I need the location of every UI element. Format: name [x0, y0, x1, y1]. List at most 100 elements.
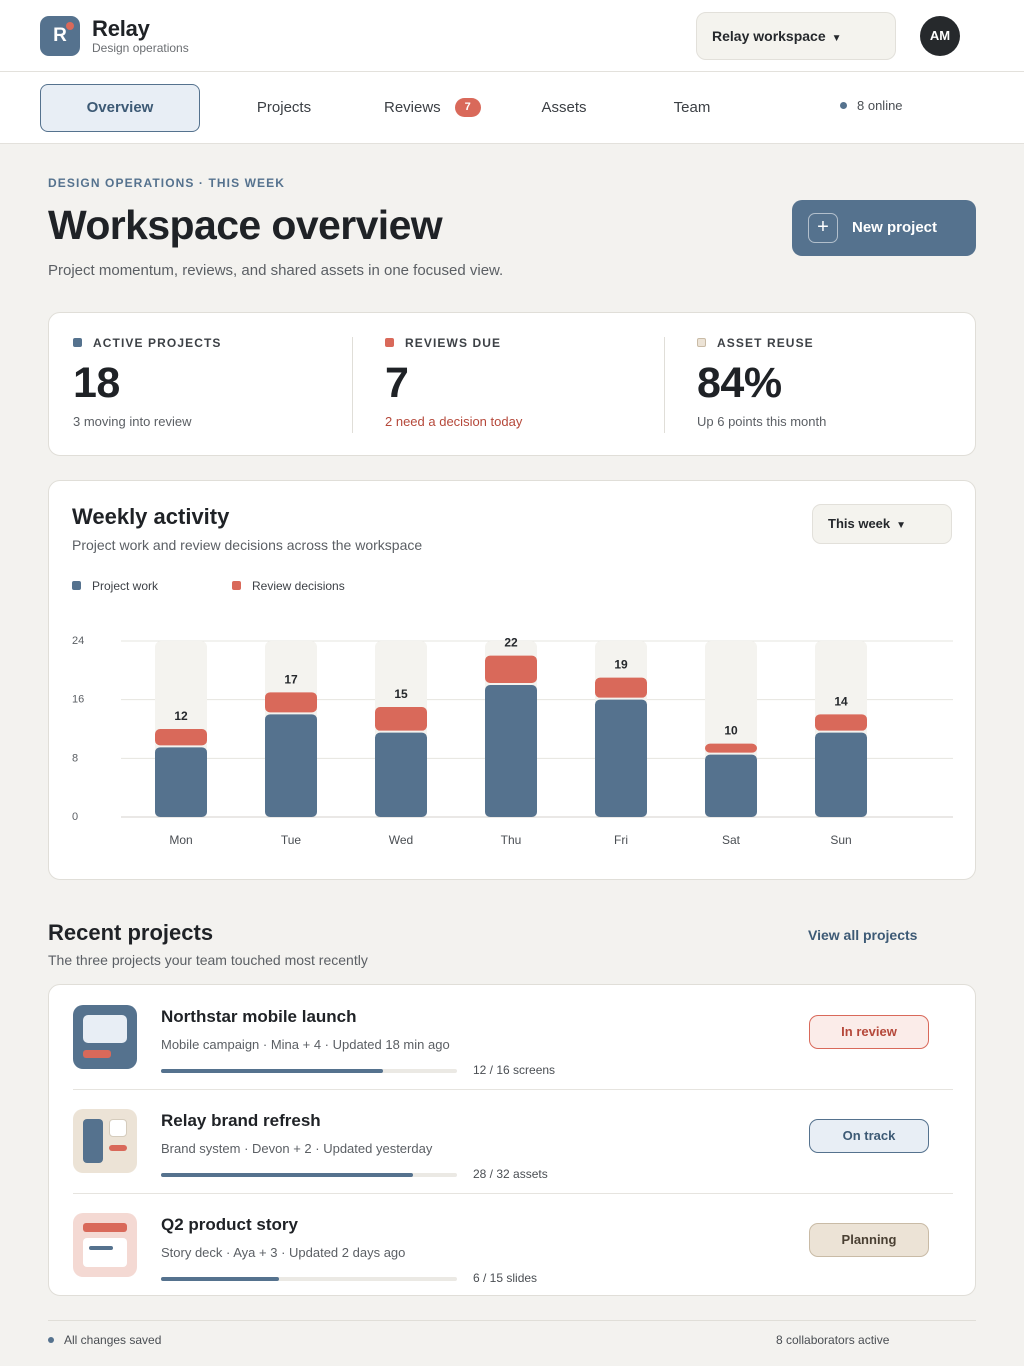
online-count: 8 online: [857, 98, 903, 113]
project-row[interactable]: Q2 product story Story deck · Aya + 3 · …: [73, 1193, 953, 1297]
status-badge[interactable]: Planning: [809, 1223, 929, 1257]
plus-icon: +: [808, 213, 838, 243]
save-status-text: All changes saved: [64, 1333, 162, 1347]
date-range-select[interactable]: This week ▼: [812, 504, 952, 544]
brand-system-icon: [73, 1109, 137, 1173]
stat-asset-reuse: ASSET REUSE 84% Up 6 points this month: [697, 313, 967, 457]
x-tick-label: Tue: [281, 833, 302, 847]
tab-label: Team: [673, 99, 711, 116]
bar-segment: [375, 732, 427, 817]
project-name[interactable]: Relay brand refresh: [161, 1111, 321, 1131]
stat-label: REVIEWS DUE: [385, 336, 501, 350]
tab-label: Reviews: [384, 99, 441, 116]
brand-name: Relay: [92, 16, 150, 41]
progress-label: 6 / 15 slides: [473, 1271, 538, 1285]
online-indicator: 8 online: [840, 98, 903, 113]
stat-label: ACTIVE PROJECTS: [73, 336, 222, 350]
project-name[interactable]: Q2 product story: [161, 1215, 298, 1235]
page-title: Workspace overview: [48, 202, 443, 248]
progress-bar: [161, 1277, 457, 1281]
bar-segment: [485, 685, 537, 817]
stat-label-text: ASSET REUSE: [717, 336, 814, 350]
legend-item-project-work: Project work: [72, 579, 158, 593]
x-tick-label: Mon: [169, 833, 192, 847]
status-badge[interactable]: On track: [809, 1119, 929, 1153]
color-swatch: [73, 338, 82, 347]
stat-value: 84%: [697, 359, 782, 407]
x-tick-label: Thu: [501, 833, 522, 847]
new-project-button[interactable]: + New project: [792, 200, 976, 256]
bar-total-label: 17: [284, 672, 298, 686]
online-dot-icon: [840, 102, 847, 109]
stats-card: ACTIVE PROJECTS 18 3 moving into review …: [48, 312, 976, 456]
legend-label: Project work: [92, 579, 159, 593]
bar-segment: [155, 747, 207, 817]
bar-total-label: 19: [614, 658, 628, 672]
y-tick-label: 24: [72, 635, 84, 647]
legend-swatch: [72, 581, 81, 590]
bar-segment: [595, 699, 647, 817]
recent-projects-title: Recent projects: [48, 920, 214, 945]
page-eyebrow: DESIGN OPERATIONS · THIS WEEK: [48, 176, 286, 190]
stat-divider: [352, 337, 353, 433]
tab-overview[interactable]: Overview: [40, 84, 200, 132]
workspace-switcher[interactable]: Relay workspace ▼: [696, 12, 896, 60]
bar-segment: [375, 707, 427, 731]
bar-segment: [815, 732, 867, 817]
stat-divider: [664, 337, 665, 433]
bar-total-label: 14: [834, 694, 848, 708]
bar-total-label: 10: [724, 724, 738, 738]
bar-total-label: 15: [394, 687, 408, 701]
project-meta: Story deck · Aya + 3 · Updated 2 days ag…: [161, 1245, 406, 1260]
bar-segment: [265, 714, 317, 817]
recent-projects-list: Northstar mobile launch Mobile campaign …: [48, 984, 976, 1296]
mobile-screen-icon: [73, 1005, 137, 1069]
x-tick-label: Sat: [722, 833, 741, 847]
new-project-label: New project: [852, 219, 938, 236]
stat-value: 7: [385, 359, 409, 407]
project-meta: Mobile campaign · Mina + 4 · Updated 18 …: [161, 1037, 450, 1052]
bar-segment: [595, 677, 647, 698]
status-badge[interactable]: In review: [809, 1015, 929, 1049]
bar-segment: [815, 714, 867, 731]
brand-subtitle: Design operations: [92, 41, 189, 55]
bar-total-label: 22: [504, 636, 518, 650]
view-all-projects-link[interactable]: View all projects: [808, 927, 917, 943]
tab-reviews[interactable]: Reviews 7: [372, 84, 512, 132]
stat-note: 2 need a decision today: [385, 414, 523, 429]
bar-segment: [485, 655, 537, 683]
tab-label: Assets: [541, 99, 587, 116]
weekly-activity-chart: 0 8 16 24 12 Mon 17 Tue 15 Wed 22 Thu 19 Fri 10 Sat 14 Su…: [72, 635, 953, 847]
stat-active-projects: ACTIVE PROJECTS 18 3 moving into review: [73, 313, 343, 457]
stat-label: ASSET REUSE: [697, 336, 814, 350]
relay-logo[interactable]: R: [40, 16, 80, 56]
chart-subtitle: Project work and review decisions across…: [72, 537, 423, 553]
tab-team[interactable]: Team: [642, 84, 742, 132]
tab-assets[interactable]: Assets: [514, 84, 614, 132]
footer-divider: [48, 1320, 976, 1321]
chevron-down-icon: ▼: [896, 520, 907, 531]
project-row[interactable]: Relay brand refresh Brand system · Devon…: [73, 1089, 953, 1193]
save-status: All changes saved: [48, 1333, 161, 1347]
tab-label: Projects: [256, 99, 312, 116]
progress-label: 28 / 32 assets: [473, 1167, 548, 1181]
collaborators-status: 8 collaborators active: [776, 1333, 890, 1347]
legend-label: Review decisions: [252, 579, 345, 593]
story-deck-icon: [73, 1213, 137, 1277]
logo-dot: [66, 22, 74, 30]
main-nav: Overview Projects Reviews 7 Assets Team 8…: [0, 72, 1024, 144]
user-avatar[interactable]: AM: [920, 16, 960, 56]
tab-projects[interactable]: Projects: [224, 84, 344, 132]
stat-value: 18: [73, 359, 120, 407]
page-subtitle: Project momentum, reviews, and shared as…: [48, 262, 504, 279]
progress-label: 12 / 16 screens: [473, 1063, 556, 1077]
project-name[interactable]: Northstar mobile launch: [161, 1007, 357, 1027]
stat-label-text: REVIEWS DUE: [405, 336, 502, 350]
chevron-down-icon: ▼: [831, 33, 842, 44]
progress-bar: [161, 1069, 457, 1073]
date-range-label: This week: [828, 516, 891, 531]
legend-swatch: [232, 581, 241, 590]
project-row[interactable]: Northstar mobile launch Mobile campaign …: [73, 985, 953, 1089]
color-swatch: [697, 338, 706, 347]
x-tick-label: Sun: [830, 833, 851, 847]
